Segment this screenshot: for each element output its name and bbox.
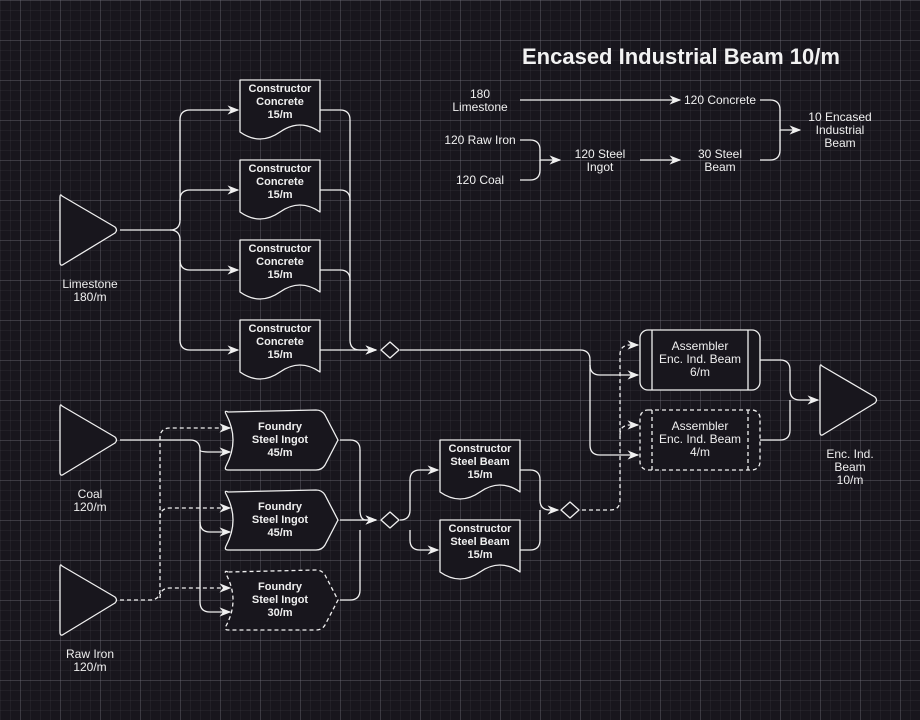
assembler-2-label: Assembler Enc. Ind. Beam 4/m xyxy=(658,419,742,459)
summary-concrete: 120 Concrete xyxy=(683,93,757,107)
assembler-1-label: Assembler Enc. Ind. Beam 6/m xyxy=(658,339,742,379)
edge-f3-merge xyxy=(340,530,361,601)
edge-sum-concrete-out xyxy=(760,99,802,135)
edge-ingot-bc1 xyxy=(399,465,440,521)
summary-limestone: 180 Limestone xyxy=(452,87,508,114)
edge-bc1-merge xyxy=(520,469,560,515)
edge-cc1-merge xyxy=(320,109,378,355)
edge-coal-f3 xyxy=(199,522,232,617)
constructor-steel-beam-2-label: Constructor Steel Beam 15/m xyxy=(448,523,512,561)
edge-asm2-out xyxy=(760,400,791,441)
foundry-1-label: Foundry Steel Ingot 45/m xyxy=(251,421,309,459)
source-limestone-triangle[interactable] xyxy=(59,194,118,266)
edge-sum-beam-out xyxy=(760,130,781,161)
source-coal-triangle[interactable] xyxy=(59,404,118,476)
output-label: Enc. Ind. Beam 10/m xyxy=(826,447,874,487)
edge-limestone-cc4 xyxy=(179,260,240,355)
edge-cc2-merge xyxy=(320,189,351,201)
edge-beam-asm2 xyxy=(619,420,640,436)
merge-ingot-diamond[interactable] xyxy=(380,511,400,529)
summary-steel-beam: 30 Steel Beam xyxy=(697,147,743,174)
constructor-concrete-2-label: Constructor Concrete 15/m xyxy=(248,163,312,201)
edge-coal-f1 xyxy=(120,439,232,457)
edge-iron-f3 xyxy=(159,583,232,599)
edge-concrete-asm1 xyxy=(400,349,640,380)
edge-f1-merge xyxy=(340,439,378,525)
foundry-3-label: Foundry Steel Ingot 30/m xyxy=(251,581,309,619)
merge-concrete-diamond[interactable] xyxy=(380,341,400,359)
source-coal-label: Coal 120/m xyxy=(73,487,107,514)
edge-ingot-bc2 xyxy=(409,530,440,555)
constructor-concrete-4-label: Constructor Concrete 15/m xyxy=(248,323,312,361)
edge-limestone-cc2 xyxy=(179,185,240,220)
edge-sum-iron-ingot xyxy=(520,139,562,165)
output-triangle[interactable] xyxy=(819,364,878,436)
foundry-2-label: Foundry Steel Ingot 45/m xyxy=(251,501,309,539)
page-title: Encased Industrial Beam 10/m xyxy=(522,44,840,69)
constructor-concrete-1-label: Constructor Concrete 15/m xyxy=(248,83,312,121)
edge-sum-coal-ingot xyxy=(520,160,541,181)
merge-beam-diamond[interactable] xyxy=(560,501,580,519)
constructor-concrete-3-label: Constructor Concrete 15/m xyxy=(248,243,312,281)
edge-concrete-asm2 xyxy=(589,365,640,460)
source-limestone-label: Limestone 180/m xyxy=(62,277,118,304)
edge-iron-f2 xyxy=(159,503,232,519)
edge-limestone-cc1 xyxy=(120,105,240,231)
edge-cc3-merge xyxy=(320,269,351,281)
edge-bc2-merge xyxy=(520,510,541,551)
edge-asm1-out xyxy=(760,359,820,405)
summary-raw-iron: 120 Raw Iron xyxy=(444,133,516,147)
source-raw-iron-triangle[interactable] xyxy=(59,564,118,636)
summary-output: 10 Encased Industrial Beam xyxy=(808,110,872,150)
summary-coal: 120 Coal xyxy=(455,173,505,187)
summary-steel-ingot: 120 Steel Ingot xyxy=(574,147,626,174)
constructor-steel-beam-1-label: Constructor Steel Beam 15/m xyxy=(448,443,512,481)
edge-iron-f1 xyxy=(120,423,232,601)
source-raw-iron-label: Raw Iron 120/m xyxy=(65,647,115,674)
